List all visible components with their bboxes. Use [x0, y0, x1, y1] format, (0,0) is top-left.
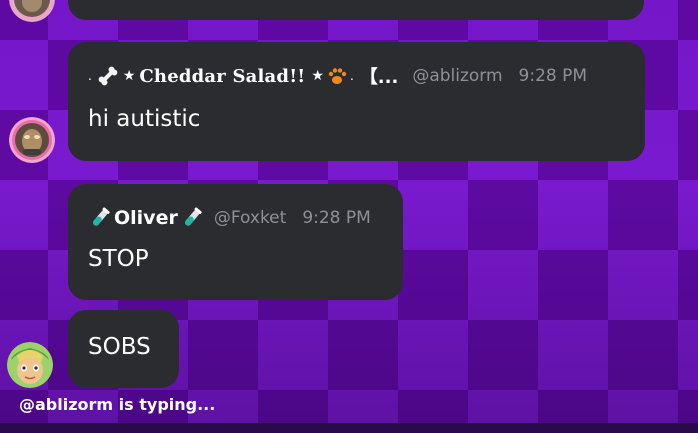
timestamp: 9:28 PM	[518, 66, 588, 86]
display-name[interactable]: Oliver	[114, 207, 178, 229]
avatar[interactable]	[9, 117, 55, 163]
star-icon: ★	[122, 68, 136, 84]
message-header: Oliver @Foxket 9:28 PM	[88, 206, 371, 230]
username[interactable]: @Foxket	[214, 208, 286, 228]
message-bubble[interactable]: SOBS	[68, 310, 179, 388]
test-tube-icon	[88, 206, 112, 230]
message-text: STOP	[88, 246, 149, 272]
message-bubble[interactable]: . ★ Cheddar Salad!! ★ . 【... @ablizorm 9…	[68, 42, 645, 161]
message-text: SOBS	[88, 334, 151, 360]
typing-indicator: @ablizorm is typing...	[19, 395, 216, 414]
star-icon: ★	[311, 68, 324, 84]
composer-edge	[0, 423, 698, 433]
display-name[interactable]: Cheddar Salad!!	[139, 66, 305, 87]
message-text: hi autistic	[88, 106, 201, 132]
timestamp: 9:28 PM	[302, 208, 371, 228]
name-prefix: .	[88, 69, 92, 83]
avatar[interactable]	[9, 0, 55, 22]
name-bracket: 【...	[359, 67, 399, 88]
test-tube-icon	[180, 206, 204, 230]
name-tail: .	[349, 69, 354, 83]
message-bubble[interactable]: Oliver @Foxket 9:28 PM STOP	[68, 184, 403, 300]
previous-message-bubble[interactable]	[68, 0, 644, 20]
username[interactable]: @ablizorm	[412, 66, 502, 86]
bone-icon	[96, 64, 120, 88]
avatar[interactable]	[7, 342, 53, 388]
paw-icon	[326, 65, 348, 87]
message-header: . ★ Cheddar Salad!! ★ . 【... @ablizorm 9…	[88, 64, 588, 89]
